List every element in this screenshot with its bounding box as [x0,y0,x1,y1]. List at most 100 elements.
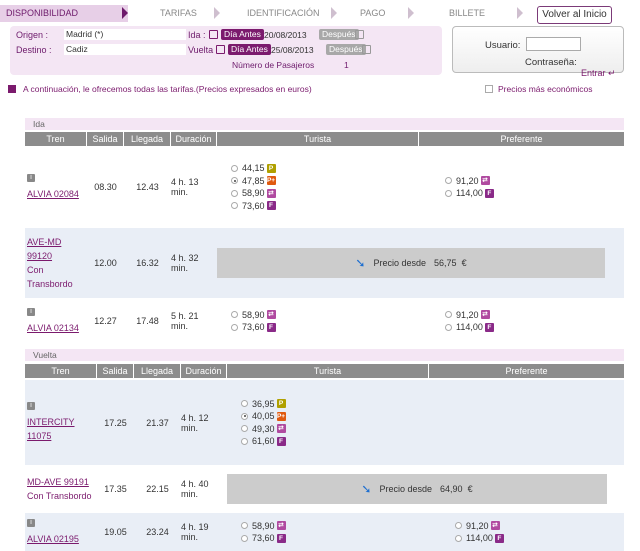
salida-cell: 17.35 [104,484,127,494]
precio-desde-box[interactable]: ➘ Precio desde 64,90 € [227,474,607,504]
fare-radio[interactable] [231,164,238,172]
next-day-icon[interactable] [362,45,371,54]
fare-option[interactable]: 73,60 F [231,200,276,213]
fare-option[interactable]: 44,15 P [231,162,276,175]
entrar-link[interactable]: Entrar ↵ [581,68,616,79]
fare-radio[interactable] [241,437,248,445]
fare-option[interactable]: 91,20 ⇄ [455,520,504,533]
fare-radio[interactable] [231,202,238,210]
fare-badge-icon: F [266,322,276,332]
fare-price: 73,60 [252,533,275,544]
vuelta-dia-antes-button[interactable]: Día Antes [228,44,271,55]
checkbox-icon[interactable] [485,85,493,93]
fare-radio[interactable] [241,534,248,542]
fare-radio[interactable] [241,400,248,408]
tren-link[interactable]: INTERCITY 11075 [27,415,97,443]
col-duracion: Duración [181,364,227,378]
col-llegada: Llegada [134,364,181,378]
fare-radio[interactable] [241,412,248,420]
fare-price: 73,60 [242,200,265,211]
fare-option[interactable]: 114,00 F [445,187,494,200]
vuelta-despues-button[interactable]: Después [326,44,366,55]
step-arrow-icon [331,7,337,19]
destino-input[interactable]: Cadiz [64,44,186,55]
fare-option[interactable]: 49,30 ⇄ [241,423,286,436]
info-icon[interactable]: i [27,173,35,182]
ida-dia-antes-button[interactable]: Día Antes [221,29,264,40]
tren-cell: i ALVIA 02195 [27,513,97,551]
transbordo-label: Con Transbordo [27,491,92,501]
precio-desde-box[interactable]: ➘ Precio desde 56,75 € [217,248,605,278]
table-row: i INTERCITY 11075 17.25 21.37 4 h. 12 min. 36… [25,380,624,465]
fare-radio[interactable] [241,522,248,530]
fare-price: 91,20 [456,309,479,320]
info-icon[interactable]: i [27,402,35,410]
table-row: i ALVIA 02084 08.30 12.43 4 h. 13 min. 44,15 P… [25,147,624,227]
login-box: Usuario: Contraseña: [452,26,624,73]
fare-radio[interactable] [231,189,238,197]
prev-day-icon[interactable] [209,30,218,39]
fare-radio[interactable] [455,534,462,542]
fare-radio[interactable] [231,323,238,331]
fare-badge-icon: ⇄ [480,310,490,320]
steps-bar: DISPONIBILIDAD TARIFAS IDENTIFICACIÓN PA… [0,5,615,22]
info-icon[interactable]: i [27,307,35,316]
tren-link[interactable]: MD-AVE 99191 [27,475,89,489]
fare-option[interactable]: 73,60 F [241,532,286,545]
fare-radio[interactable] [231,177,238,185]
turista-fares: 44,15 P 47,85 P+ 58,90 ⇄ 73,60 F [231,147,276,227]
precio-label: Precio desde [379,484,433,494]
info-text: A continuación, le ofrecemos todas las t… [8,84,312,94]
fare-option[interactable]: 36,95 P [241,398,286,411]
salida-cell: 19.05 [104,527,127,537]
fare-price: 36,95 [252,398,275,409]
fare-radio[interactable] [455,522,462,530]
col-preferente: Preferente [419,132,624,146]
col-llegada: Llegada [124,132,171,146]
fare-option[interactable]: 58,90 ⇄ [241,520,286,533]
fare-option[interactable]: 91,20 ⇄ [445,175,494,188]
fare-option[interactable]: 91,20 ⇄ [445,309,494,322]
tren-link[interactable]: ALVIA 02195 [27,532,79,546]
salida-cell: 08.30 [94,182,117,192]
fare-radio[interactable] [445,177,452,185]
fare-option[interactable]: 73,60 F [231,321,276,334]
col-duracion: Duración [171,132,217,146]
origen-input[interactable]: Madrid (*) [64,29,186,40]
fare-radio[interactable] [445,311,452,319]
fare-badge-icon: F [494,533,504,543]
fare-option[interactable]: 40,05 P+ [241,410,286,423]
duracion-cell: 4 h. 32 min. [171,253,199,273]
precios-economicos-checkbox[interactable]: Precios más económicos [485,84,592,94]
fare-badge-icon: P [276,399,286,409]
ida-column-header: Tren Salida Llegada Duración Turista Pre… [25,132,624,146]
step-arrow-icon [517,7,523,19]
duracion-cell: 4 h. 19 min. [181,522,209,542]
tren-link[interactable]: AVE-MD 99120 [27,235,87,263]
volver-inicio-button[interactable]: Volver al Inicio [537,6,612,24]
step-disponibilidad[interactable]: DISPONIBILIDAD [0,5,128,22]
fare-radio[interactable] [445,323,452,331]
fare-radio[interactable] [445,189,452,197]
fare-badge-icon: P+ [276,411,286,421]
next-day-icon[interactable] [355,30,364,39]
fare-badge-icon: F [484,322,494,332]
fare-radio[interactable] [241,425,248,433]
tren-link[interactable]: ALVIA 02134 [27,321,79,335]
fare-option[interactable]: 114,00 F [445,321,494,334]
fare-option[interactable]: 58,90 ⇄ [231,187,276,200]
turn-arrow-icon: ➘ [361,482,372,496]
fare-option[interactable]: 47,85 P+ [231,175,276,188]
info-icon[interactable]: i [27,518,35,527]
duracion-cell: 4 h. 40 min. [181,479,209,499]
tren-link[interactable]: ALVIA 02084 [27,187,79,201]
fare-price: 58,90 [252,520,275,531]
fare-option[interactable]: 58,90 ⇄ [231,309,276,322]
fare-option[interactable]: 114,00 F [455,532,504,545]
fare-radio[interactable] [231,311,238,319]
duracion-cell: 5 h. 21 min. [171,311,199,331]
ida-despues-button[interactable]: Después [319,29,359,40]
usuario-input[interactable] [526,37,581,51]
fare-option[interactable]: 61,60 F [241,435,286,448]
prev-day-icon[interactable] [216,45,225,54]
